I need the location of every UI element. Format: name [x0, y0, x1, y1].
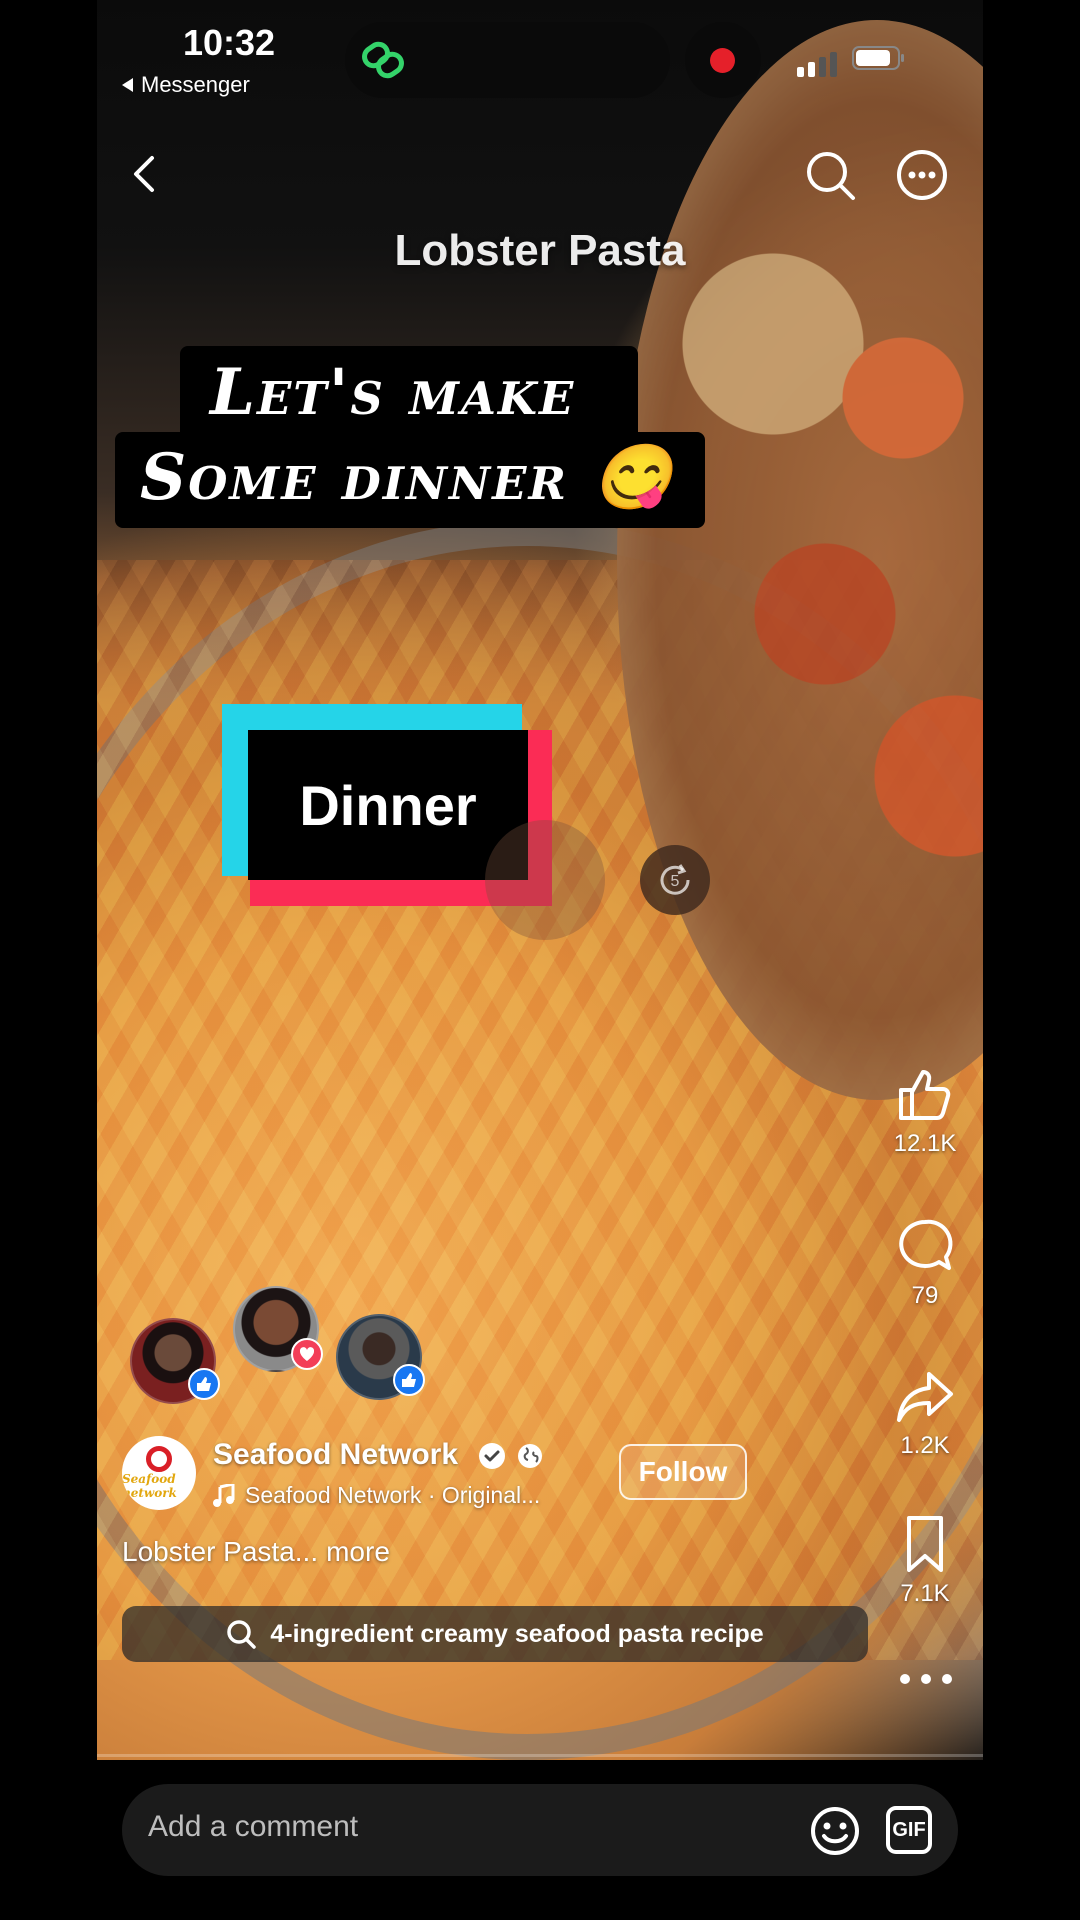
follow-button[interactable]: Follow — [619, 1444, 747, 1500]
search-icon[interactable] — [803, 148, 857, 202]
logo-text: Seafood network — [122, 1472, 177, 1500]
share-count: 1.2K — [900, 1432, 950, 1459]
comment-bubble-icon — [899, 1219, 953, 1270]
comment-action[interactable]: 79 — [880, 1216, 970, 1310]
status-time: 10:32 — [183, 22, 276, 63]
more-actions-icon[interactable] — [900, 1666, 952, 1692]
link-chain-icon — [362, 41, 404, 79]
video-progress-bar[interactable] — [97, 1754, 983, 1757]
back-app-label: Messenger — [141, 72, 250, 97]
comment-placeholder: Add a comment — [148, 1810, 359, 1843]
share-action[interactable]: 1.2K — [880, 1366, 970, 1460]
verified-badge-icon — [479, 1443, 505, 1469]
search-suggestion[interactable]: 4-ingredient creamy seafood pasta recipe — [122, 1606, 868, 1662]
emoji-icon[interactable] — [809, 1805, 861, 1857]
like-reaction-icon — [188, 1368, 220, 1400]
svg-text:5: 5 — [671, 873, 680, 890]
search-icon — [227, 1620, 257, 1649]
audio-track[interactable]: Seafood Network · Original... — [213, 1482, 540, 1509]
like-action[interactable]: 12.1K — [880, 1064, 970, 1158]
search-suggestion-text: 4-ingredient creamy seafood pasta recipe — [270, 1619, 764, 1648]
share-arrow-icon — [897, 1372, 953, 1422]
more-link[interactable]: more — [326, 1536, 390, 1567]
caption-text: Lobster Pasta... — [122, 1536, 319, 1567]
dinner-sticker: Dinner — [248, 730, 528, 880]
back-to-app-link[interactable]: Messenger — [122, 72, 250, 98]
audio-label: Seafood Network · Original... — [245, 1482, 541, 1508]
brand-logo-icon — [146, 1446, 172, 1472]
back-triangle-icon — [122, 78, 133, 92]
video-title: Lobster Pasta — [394, 226, 686, 275]
signal-icon — [797, 52, 837, 77]
save-count: 7.1K — [900, 1580, 950, 1607]
globe-icon — [518, 1444, 542, 1468]
sticker-text: Dinner — [299, 773, 477, 837]
gif-button[interactable]: GIF — [886, 1806, 932, 1854]
replay-5-icon: 5 — [640, 845, 710, 915]
author-name[interactable]: Seafood Network — [213, 1438, 458, 1472]
author-avatar[interactable]: Seafood network — [122, 1436, 196, 1510]
save-action[interactable]: 7.1K — [880, 1514, 970, 1608]
music-note-icon — [213, 1483, 235, 1507]
caption-line-2: Some dinner 😋 — [140, 440, 674, 515]
thumbs-up-icon — [899, 1070, 951, 1120]
more-options-icon[interactable] — [895, 148, 949, 202]
battery-icon — [852, 46, 904, 70]
love-reaction-icon — [291, 1338, 323, 1370]
caption-line-1: Let's make — [210, 355, 576, 430]
comment-count: 79 — [911, 1282, 939, 1309]
like-count: 12.1K — [893, 1130, 957, 1157]
bookmark-icon — [907, 1516, 943, 1572]
back-chevron-icon[interactable] — [122, 150, 170, 198]
like-reaction-icon — [393, 1364, 425, 1396]
play-overlay-icon — [485, 820, 605, 940]
record-dot-icon — [710, 48, 735, 73]
post-caption[interactable]: Lobster Pasta... more — [122, 1536, 390, 1568]
